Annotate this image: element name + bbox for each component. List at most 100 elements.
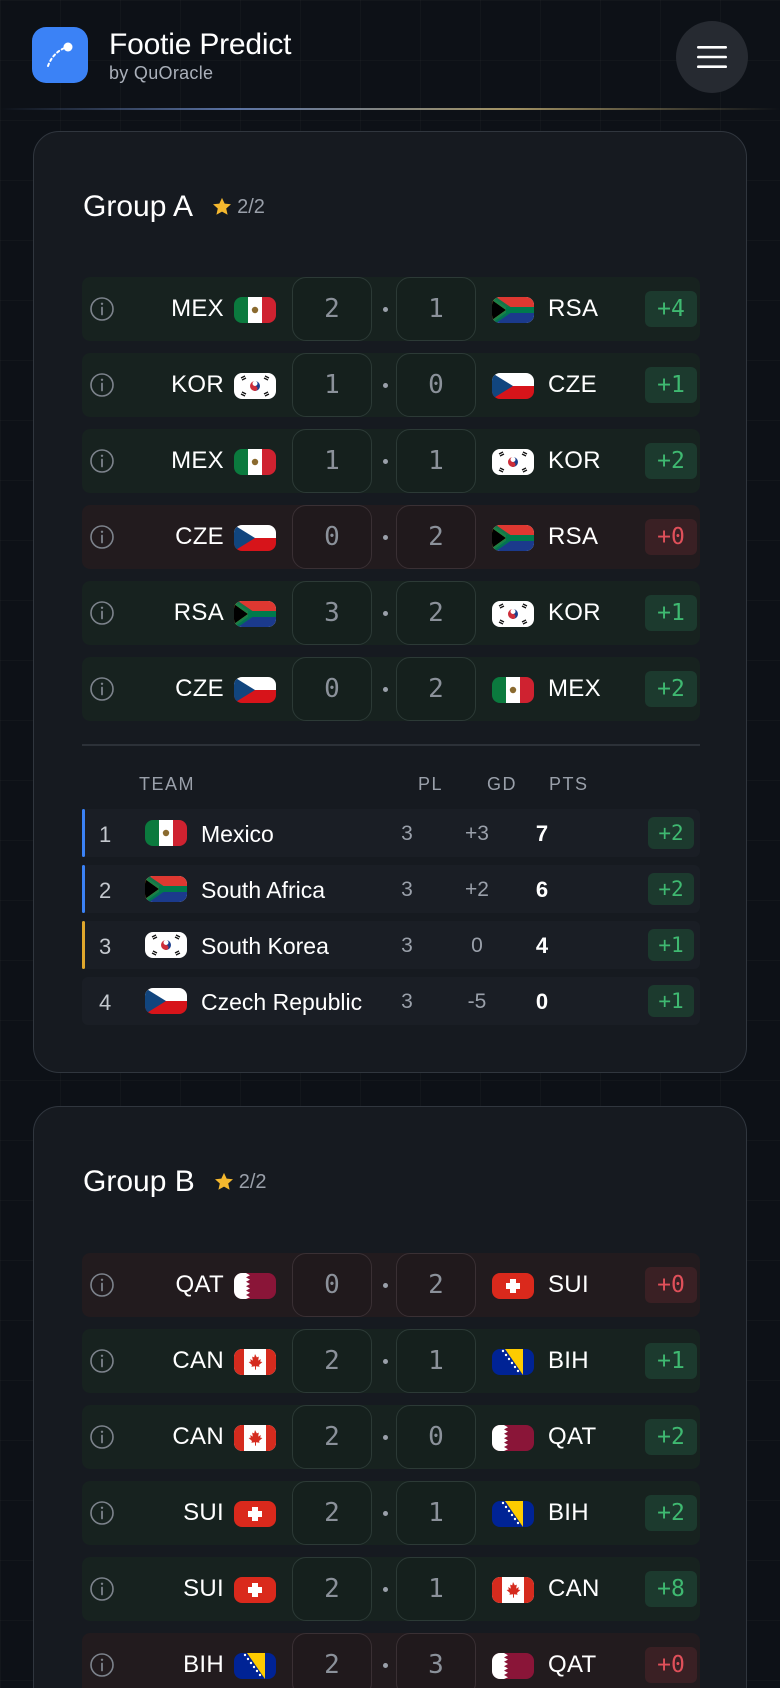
team-name: Mexico [201, 821, 274, 847]
home-team-flag [234, 525, 276, 551]
group-title: Group B [83, 1165, 195, 1198]
rsa-flag-icon [492, 525, 534, 551]
away-score-input[interactable]: 3 [396, 1633, 476, 1688]
away-score-input[interactable]: 1 [396, 277, 476, 341]
points-badge: +1 [645, 1343, 697, 1379]
home-team-flag [234, 677, 276, 703]
star-icon [214, 1172, 233, 1190]
away-score-input[interactable]: 0 [396, 353, 476, 417]
match-row: QAT 0 2 SUI +0 [82, 1253, 700, 1317]
points-badge: +1 [645, 595, 697, 631]
played-column-header: PL [418, 774, 444, 794]
away-team-code: BIH [548, 1499, 589, 1526]
away-score-input[interactable]: 2 [396, 581, 476, 645]
match-info-button[interactable] [89, 524, 115, 555]
away-team-flag [492, 373, 534, 399]
team-flag [145, 988, 187, 1014]
home-team-flag [234, 1653, 276, 1679]
away-score-input[interactable]: 1 [396, 1329, 476, 1393]
qat-flag-icon [492, 1653, 534, 1679]
points-badge: +2 [645, 671, 697, 707]
away-score-input[interactable]: 1 [396, 1557, 476, 1621]
match-info-button[interactable] [89, 1576, 115, 1607]
away-score-input[interactable]: 1 [396, 1481, 476, 1545]
match-info-button[interactable] [89, 1272, 115, 1303]
goal-diff-value: +2 [465, 878, 489, 901]
home-score-input[interactable]: 2 [292, 1329, 372, 1393]
match-info-button[interactable] [89, 372, 115, 403]
points-badge: +2 [645, 1419, 697, 1455]
away-score-input[interactable]: 1 [396, 429, 476, 493]
star-icon [213, 197, 232, 215]
score-separator [383, 383, 388, 388]
info-icon [90, 525, 114, 549]
points-badge: +1 [645, 367, 697, 403]
info-icon [90, 1577, 114, 1601]
info-icon [90, 1273, 114, 1297]
points-column-header: PTS [549, 774, 589, 794]
kor-flag-icon [145, 932, 187, 958]
menu-button[interactable] [676, 21, 748, 93]
goal-diff-value: -5 [467, 990, 487, 1013]
away-team-flag [492, 601, 534, 627]
header-divider [0, 108, 780, 110]
kor-flag-icon [492, 601, 534, 627]
can-flag-icon [234, 1349, 276, 1375]
sui-flag-icon [234, 1577, 276, 1603]
points-badge: +2 [645, 443, 697, 479]
points-badge: +0 [645, 1267, 697, 1303]
match-row: BIH 2 3 QAT +0 [82, 1633, 700, 1688]
group-card-a: Group A 2/2 MEX 2 1 RSA +4 KOR 1 0 CZE +1 MEX 1 1 K… [33, 131, 747, 1073]
standing-position: 1 [99, 822, 112, 847]
bih-flag-icon [492, 1349, 534, 1375]
home-score-input[interactable]: 0 [292, 1253, 372, 1317]
match-info-button[interactable] [89, 600, 115, 631]
away-score-input[interactable]: 0 [396, 1405, 476, 1469]
match-info-button[interactable] [89, 1348, 115, 1379]
app-logo[interactable] [32, 27, 88, 83]
away-team-flag [492, 1577, 534, 1603]
rsa-flag-icon [234, 601, 276, 627]
home-score-input[interactable]: 2 [292, 1633, 372, 1688]
away-team-flag [492, 525, 534, 551]
team-name: South Africa [201, 877, 326, 903]
home-score-input[interactable]: 2 [292, 1405, 372, 1469]
cze-flag-icon [145, 988, 187, 1014]
away-score-input[interactable]: 2 [396, 1253, 476, 1317]
standings-row[interactable]: 3 South Korea 3 0 4 +1 [82, 921, 700, 969]
team-column-header: TEAM [139, 774, 196, 794]
away-score-input[interactable]: 2 [396, 657, 476, 721]
bonus-badge: +2 [648, 873, 694, 905]
score-separator [383, 611, 388, 616]
app-subtitle: by QuOracle [109, 63, 214, 83]
home-score-input[interactable]: 0 [292, 657, 372, 721]
points-badge: +4 [645, 291, 697, 327]
home-score-input[interactable]: 2 [292, 1481, 372, 1545]
home-score-input[interactable]: 1 [292, 429, 372, 493]
standings-row[interactable]: 2 South Africa 3 +2 6 +2 [82, 865, 700, 913]
home-score-input[interactable]: 0 [292, 505, 372, 569]
match-info-button[interactable] [89, 676, 115, 707]
goal-diff-value: 0 [471, 934, 483, 957]
home-score-input[interactable]: 2 [292, 277, 372, 341]
points-badge: +0 [645, 1647, 697, 1683]
away-score-input[interactable]: 2 [396, 505, 476, 569]
home-score-input[interactable]: 1 [292, 353, 372, 417]
match-info-button[interactable] [89, 1424, 115, 1455]
standings-row[interactable]: 4 Czech Republic 3 -5 0 +1 [82, 977, 700, 1025]
home-score-input[interactable]: 3 [292, 581, 372, 645]
cze-flag-icon [492, 373, 534, 399]
team-name: Czech Republic [201, 989, 363, 1015]
goal-diff-column-header: GD [487, 774, 517, 794]
standings-row[interactable]: 1 Mexico 3 +3 7 +2 [82, 809, 700, 857]
away-team-code: QAT [548, 1423, 597, 1450]
match-info-button[interactable] [89, 1652, 115, 1683]
standing-position: 3 [99, 934, 112, 959]
home-team-flag [234, 1273, 276, 1299]
match-info-button[interactable] [89, 448, 115, 479]
away-team-code: BIH [548, 1347, 589, 1374]
match-info-button[interactable] [89, 1500, 115, 1531]
mex-flag-icon [145, 820, 187, 846]
match-info-button[interactable] [89, 296, 115, 327]
home-score-input[interactable]: 2 [292, 1557, 372, 1621]
